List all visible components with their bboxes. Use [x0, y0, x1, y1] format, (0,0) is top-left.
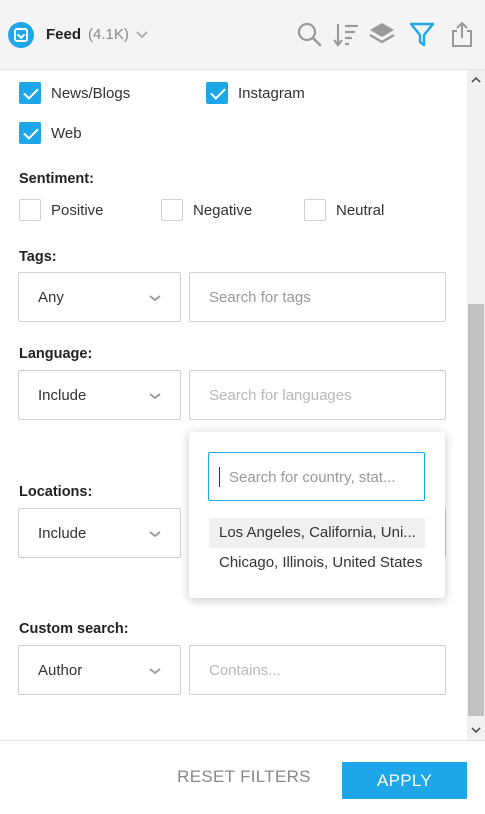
reset-filters-button[interactable]: RESET FILTERS	[166, 767, 322, 793]
language-select[interactable]: Include	[18, 370, 181, 420]
custom-search-label: Custom search:	[19, 621, 129, 637]
checkbox-web[interactable]	[19, 122, 41, 144]
location-search-input[interactable]: Search for country, stat...	[208, 452, 425, 501]
tags-search-placeholder: Search for tags	[209, 289, 311, 306]
checkbox-label: Instagram	[238, 85, 305, 102]
filter-icon[interactable]	[408, 20, 436, 48]
app-logo	[8, 22, 34, 48]
checkbox-label: Neutral	[336, 202, 385, 219]
language-select-value: Include	[38, 387, 87, 404]
checkbox-label: News/Blogs	[51, 85, 131, 102]
location-option[interactable]: Chicago, Illinois, United States	[209, 548, 425, 578]
chevron-down-icon	[149, 393, 161, 400]
checkbox-label: Negative	[193, 202, 253, 219]
locations-select-value: Include	[38, 525, 87, 542]
tags-select[interactable]: Any	[18, 272, 181, 322]
scroll-up-arrow-icon[interactable]	[470, 74, 482, 86]
chevron-down-icon	[149, 295, 161, 302]
locations-label: Locations:	[19, 484, 93, 500]
checkbox-negative[interactable]	[161, 199, 183, 221]
chevron-down-icon	[149, 668, 161, 675]
search-icon[interactable]	[295, 20, 323, 48]
sort-icon[interactable]	[332, 20, 360, 48]
header-bar: Feed (4.1K)	[0, 0, 485, 70]
custom-search-select[interactable]: Author	[18, 645, 181, 695]
checkbox-neutral[interactable]	[304, 199, 326, 221]
layers-icon[interactable]	[368, 20, 396, 48]
locations-select[interactable]: Include	[18, 508, 181, 558]
location-search-placeholder: Search for country, stat...	[229, 469, 396, 486]
tags-search-input[interactable]: Search for tags	[189, 272, 446, 322]
feed-title[interactable]: Feed	[46, 26, 81, 43]
chevron-down-icon	[149, 531, 161, 538]
text-caret	[219, 467, 220, 487]
custom-search-placeholder: Contains...	[209, 662, 281, 679]
checkbox-label: Positive	[51, 202, 104, 219]
feed-count[interactable]: (4.1K)	[88, 26, 129, 43]
locations-dropdown: Search for country, stat... Los Angeles,…	[189, 432, 445, 598]
share-icon[interactable]	[448, 20, 476, 48]
location-option[interactable]: Los Angeles, California, Uni...	[209, 518, 425, 548]
language-search-placeholder: Search for languages	[209, 387, 352, 404]
scroll-down-arrow-icon[interactable]	[470, 724, 482, 736]
custom-search-select-value: Author	[38, 662, 83, 679]
checkbox-instagram[interactable]	[206, 82, 228, 104]
tags-select-value: Any	[38, 289, 64, 306]
checkbox-positive[interactable]	[19, 199, 41, 221]
footer-bar: RESET FILTERS APPLY	[0, 740, 485, 814]
language-search-input[interactable]: Search for languages	[189, 370, 446, 420]
tags-label: Tags:	[19, 249, 57, 265]
custom-search-input[interactable]: Contains...	[189, 645, 446, 695]
checkbox-label: Web	[51, 125, 82, 142]
download-icon	[14, 28, 28, 42]
scrollbar[interactable]	[467, 70, 485, 740]
scrollbar-thumb[interactable]	[468, 304, 484, 716]
sentiment-label: Sentiment:	[19, 171, 94, 187]
checkbox-news-blogs[interactable]	[19, 82, 41, 104]
language-label: Language:	[19, 346, 93, 362]
apply-button[interactable]: APPLY	[342, 762, 467, 799]
chevron-down-icon[interactable]	[134, 26, 150, 42]
